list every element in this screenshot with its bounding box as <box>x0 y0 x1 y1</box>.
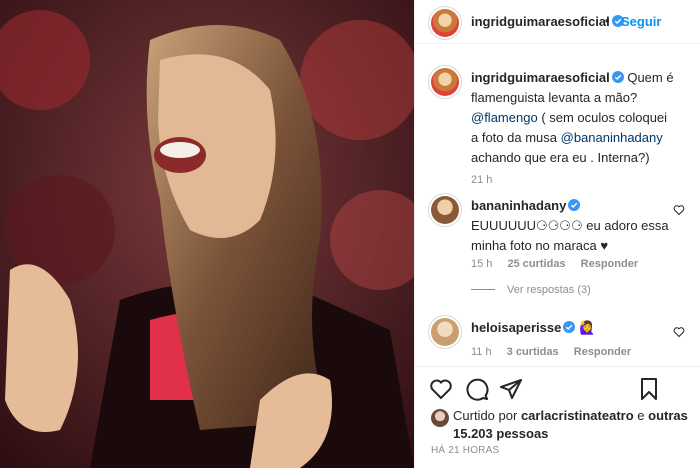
caption-meta: 21 h <box>471 174 504 186</box>
like-heart-icon[interactable] <box>429 377 453 401</box>
commenter-avatar[interactable] <box>431 318 459 346</box>
comment-likes[interactable]: 3 curtidas <box>507 346 559 358</box>
mention-bananinhadany[interactable]: @bananinhadany <box>561 130 663 145</box>
comment-likes[interactable]: 25 curtidas <box>507 258 565 270</box>
commenter-avatar[interactable] <box>431 196 459 224</box>
comment-time: 11 h <box>471 346 492 358</box>
post-side-panel: ingridguimaraesoficial • Seguir ingridgu… <box>414 0 700 468</box>
post-photo[interactable] <box>0 0 414 468</box>
verified-badge-icon <box>563 321 576 333</box>
comment-bubble-icon[interactable] <box>465 377 489 401</box>
author-username-row: ingridguimaraesoficial <box>471 14 624 29</box>
caption-username[interactable]: ingridguimaraesoficial <box>471 70 610 85</box>
verified-badge-icon <box>611 71 624 83</box>
view-replies[interactable]: Ver respostas (3) <box>471 284 591 296</box>
post-header: ingridguimaraesoficial • Seguir <box>415 0 700 44</box>
replies-divider <box>471 289 495 290</box>
comment-body: 🙋‍♀️ <box>578 320 596 335</box>
follow-button[interactable]: Seguir <box>621 14 661 29</box>
caption-text: ingridguimaraesoficial Quem é flamenguis… <box>471 68 675 168</box>
liked-by-user[interactable]: carlacristinateatro <box>521 408 634 423</box>
post-actions: Curtido por carlacristinateatro e outras… <box>415 366 700 468</box>
comment-meta: 11 h 3 curtidas Responder <box>471 346 643 358</box>
caption-time: 21 h <box>471 174 493 186</box>
liked-by-text: Curtido por carlacristinateatro e outras… <box>453 407 693 443</box>
commenter-username[interactable]: bananinhadany <box>471 198 566 213</box>
post-timestamp[interactable]: HÁ 21 HORAS <box>431 445 499 456</box>
commenter-username[interactable]: heloisaperisse <box>471 320 561 335</box>
reply-button[interactable]: Responder <box>581 258 638 270</box>
separator-dot: • <box>605 13 610 28</box>
mention-flamengo[interactable]: @flamengo <box>471 110 538 125</box>
view-replies-label[interactable]: Ver respostas (3) <box>507 284 591 296</box>
share-send-icon[interactable] <box>499 377 523 401</box>
like-comment-icon[interactable] <box>673 326 685 338</box>
comments-list: ingridguimaraesoficial Quem é flamenguis… <box>415 56 700 358</box>
comment-text: bananinhadany EUUUUUU⚆⚆⚆⚆ eu adoro essa … <box>471 196 675 256</box>
author-username[interactable]: ingridguimaraesoficial <box>471 14 610 29</box>
comment-text: heloisaperisse 🙋‍♀️ <box>471 318 675 338</box>
liked-by-prefix: Curtido por <box>453 408 518 423</box>
liker-avatar[interactable] <box>431 409 449 427</box>
liked-by-middle: e <box>637 408 645 423</box>
post-image <box>0 0 414 468</box>
caption-text-3: achando que era eu . Interna?) <box>471 150 650 165</box>
like-comment-icon[interactable] <box>673 204 685 216</box>
comment-body: EUUUUUU⚆⚆⚆⚆ eu adoro essa minha foto no … <box>471 218 669 253</box>
caption-avatar[interactable] <box>431 68 459 96</box>
author-avatar[interactable] <box>431 9 459 37</box>
comment-time: 15 h <box>471 258 493 270</box>
save-bookmark-icon[interactable] <box>637 377 661 401</box>
comment-meta: 15 h 25 curtidas Responder <box>471 258 650 270</box>
verified-badge-icon <box>568 199 581 211</box>
reply-button[interactable]: Responder <box>574 346 631 358</box>
